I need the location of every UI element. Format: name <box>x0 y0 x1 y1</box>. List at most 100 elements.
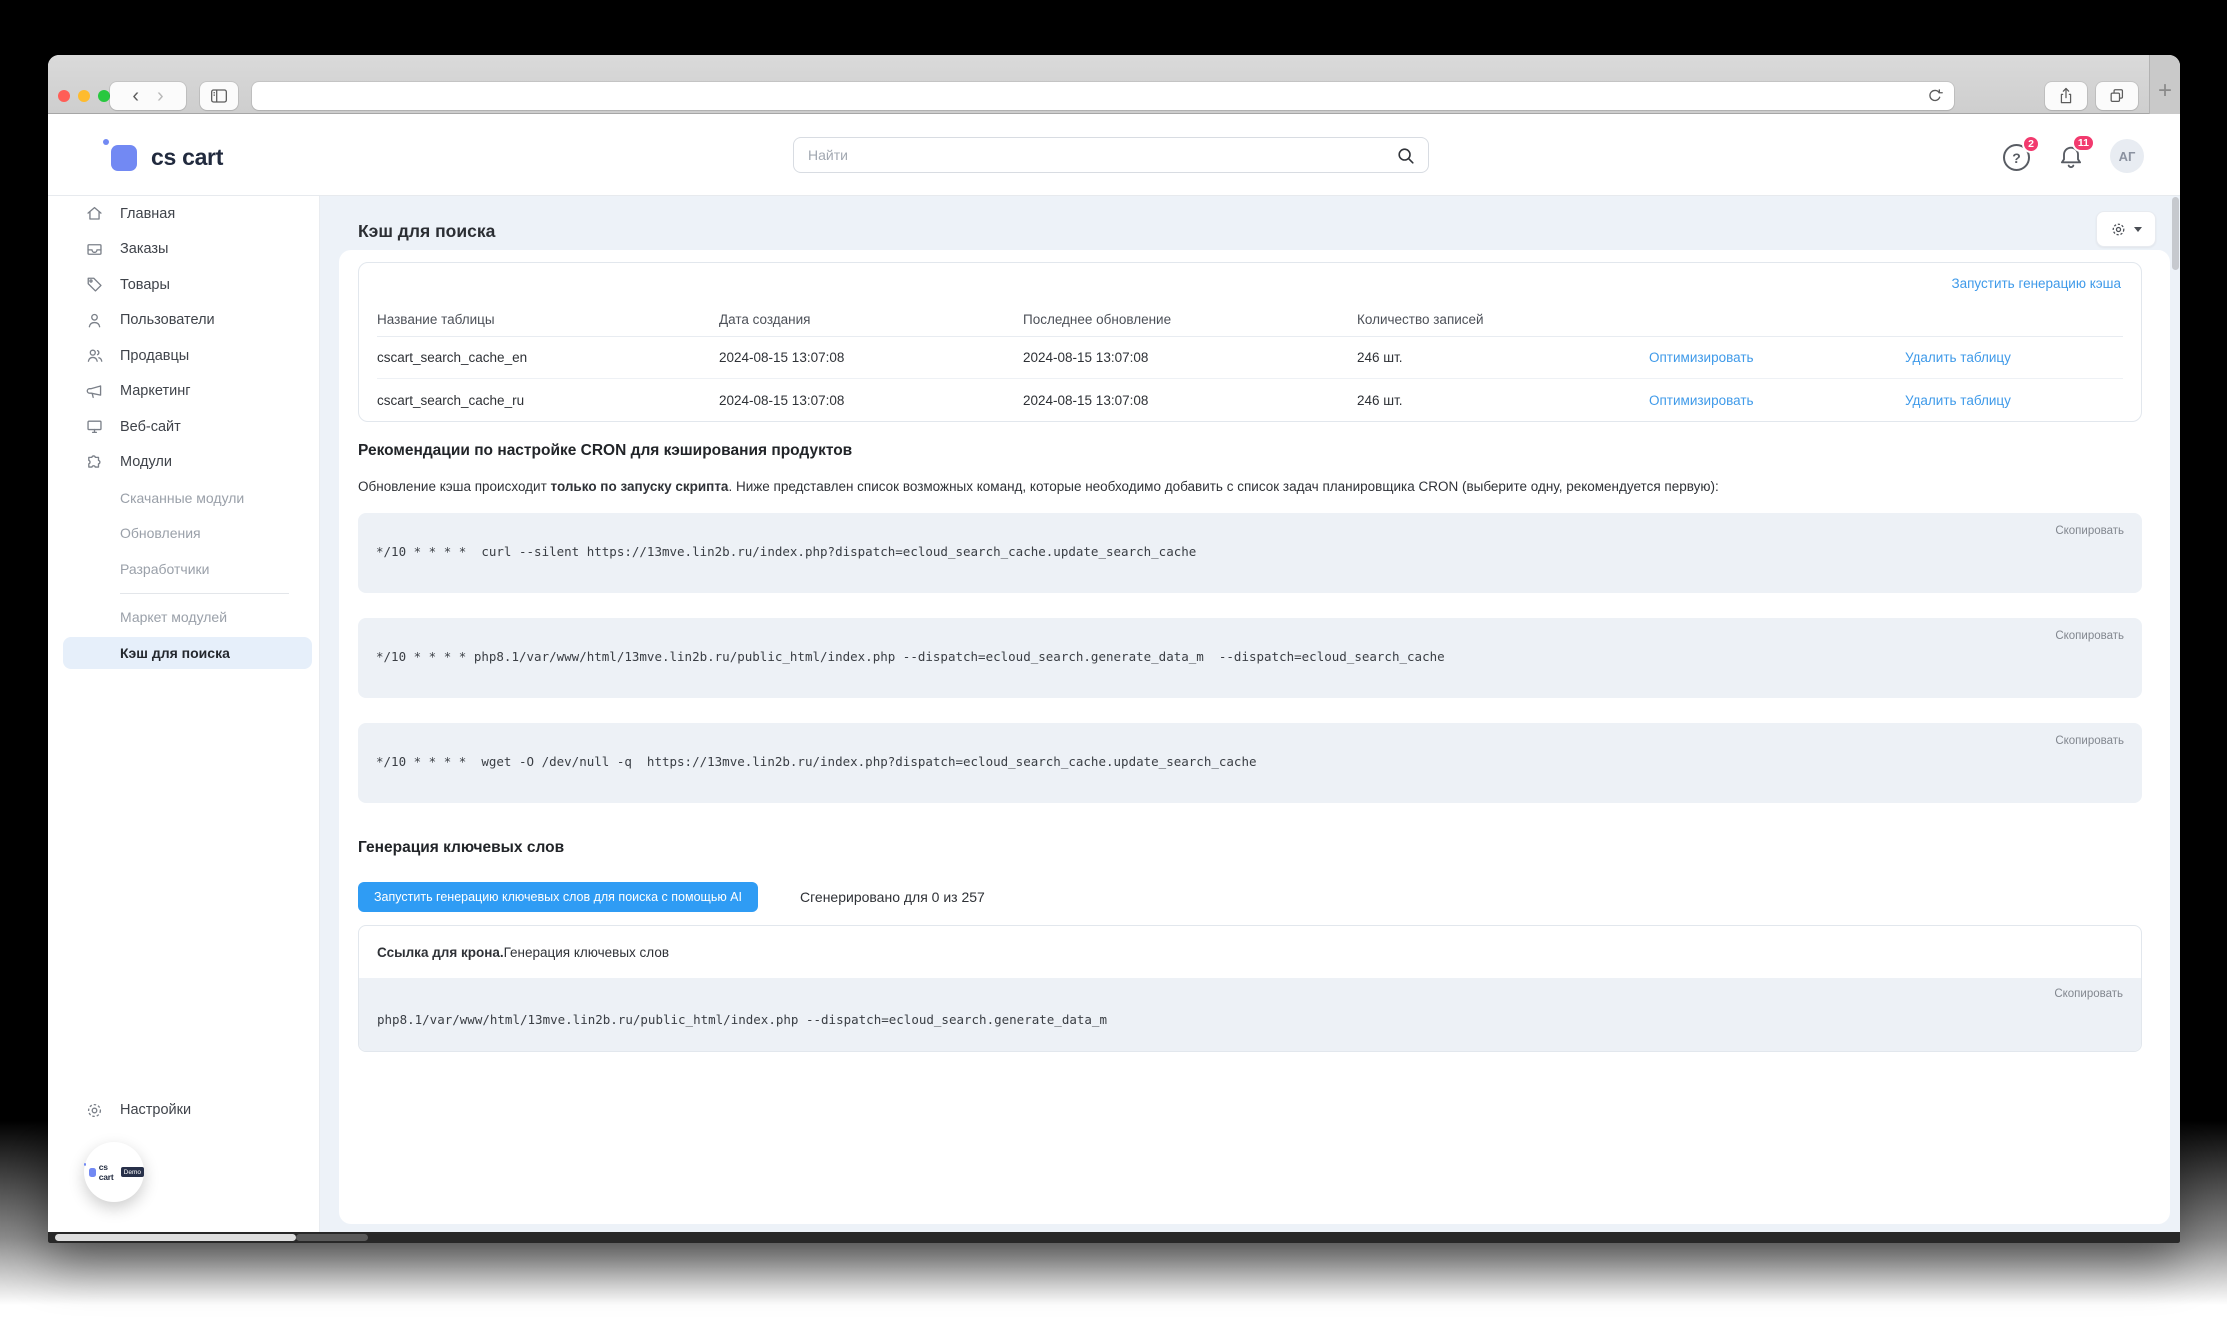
user-icon <box>85 311 104 330</box>
table-name-cell: cscart_search_cache_en <box>377 350 719 365</box>
sidebar-item-label: Товары <box>120 277 170 293</box>
sidebar-item-modules-market[interactable]: Маркет модулей <box>48 600 319 636</box>
keywords-section-heading: Генерация ключевых слов <box>358 839 564 857</box>
sidebar-item-label: Веб-сайт <box>120 419 181 435</box>
sidebar-item-updates[interactable]: Обновления <box>48 516 319 552</box>
sidebar-item-settings[interactable]: Настройки <box>48 1096 319 1124</box>
keywords-cron-label-bold: Ссылка для крона. <box>377 945 504 960</box>
avatar[interactable]: АГ <box>2110 139 2144 173</box>
notifications-badge: 11 <box>2072 134 2095 152</box>
tab-overview-button[interactable] <box>2096 82 2138 110</box>
reload-icon[interactable] <box>1926 87 1944 105</box>
sidebar-toggle-button[interactable] <box>200 82 238 110</box>
table-updated-cell: 2024-08-15 13:07:08 <box>1023 350 1357 365</box>
share-button[interactable] <box>2045 82 2087 110</box>
help-button[interactable]: ? 2 <box>2003 144 2030 171</box>
window-bottom-bar <box>48 1232 2180 1243</box>
close-window-button[interactable] <box>58 90 70 102</box>
run-cache-generation-link[interactable]: Запустить генерацию кэша <box>1951 276 2121 291</box>
cron-intro-text: Обновление кэша происходит только по зап… <box>358 479 1719 494</box>
run-keywords-generation-button[interactable]: Запустить генерацию ключевых слов для по… <box>358 882 758 912</box>
cron-command-text: */10 * * * * php8.1/var/www/html/13mve.l… <box>376 649 1445 664</box>
table-created-cell: 2024-08-15 13:07:08 <box>719 350 1023 365</box>
sidebar-item-modules[interactable]: Модули <box>48 445 319 481</box>
sidebar-item-marketing[interactable]: Маркетинг <box>48 374 319 410</box>
gear-icon <box>2110 221 2127 238</box>
page-body: Главная Заказы Товары <box>48 196 2180 1232</box>
copy-button[interactable]: Скопировать <box>2054 988 2123 1000</box>
cron-command-block: Скопировать */10 * * * * wget -O /dev/nu… <box>358 723 2142 803</box>
back-icon[interactable]: ‹ <box>132 86 139 106</box>
cache-tables-card: Запустить генерацию кэша Название таблиц… <box>358 262 2142 422</box>
cron-command-text: */10 * * * * wget -O /dev/null -q https:… <box>376 754 1257 769</box>
browser-nav-buttons: ‹ › <box>110 82 186 110</box>
help-badge: 2 <box>2022 135 2040 153</box>
help-glyph: ? <box>2012 150 2021 166</box>
sidebar-item-search-cache[interactable]: Кэш для поиска <box>48 635 319 671</box>
scrollbar-thumb[interactable] <box>2172 197 2179 270</box>
optimize-link[interactable]: Оптимизировать <box>1649 393 1905 408</box>
address-bar[interactable] <box>252 82 1954 110</box>
sidebar-item-label: Пользователи <box>120 312 215 328</box>
sidebar-item-home[interactable]: Главная <box>48 196 319 232</box>
sidebar-active-pill: Кэш для поиска <box>63 637 312 669</box>
delete-table-link[interactable]: Удалить таблицу <box>1905 350 2123 365</box>
sidebar-subitem-label: Разработчики <box>120 561 209 577</box>
keywords-command-block: Скопировать php8.1/var/www/html/13mve.li… <box>359 978 2141 1052</box>
notifications-button[interactable]: 11 <box>2057 143 2085 171</box>
sidebar-item-label: Настройки <box>120 1102 191 1118</box>
horizontal-scrollbar-thumb[interactable] <box>55 1234 296 1241</box>
keywords-cron-label-rest: Генерация ключевых слов <box>504 945 669 960</box>
keywords-cron-label: Ссылка для крона. Генерация ключевых сло… <box>359 926 2141 978</box>
tag-icon <box>85 275 104 294</box>
new-tab-icon[interactable]: + <box>2158 77 2172 105</box>
tabs-icon <box>2107 86 2127 106</box>
cscart-logo-icon <box>111 145 137 171</box>
zoom-window-button[interactable] <box>98 90 110 102</box>
optimize-link[interactable]: Оптимизировать <box>1649 350 1905 365</box>
cron-intro-pre: Обновление кэша происходит <box>358 479 551 494</box>
cron-command-block: Скопировать */10 * * * * php8.1/var/www/… <box>358 618 2142 698</box>
column-header: Дата создания <box>719 312 1023 327</box>
column-header: Название таблицы <box>377 312 719 327</box>
sidebar-item-downloaded-modules[interactable]: Скачанные модули <box>48 480 319 516</box>
search-input[interactable] <box>794 138 1428 172</box>
sidebar-item-label: Главная <box>120 206 175 222</box>
sidebar-item-label: Модули <box>120 454 172 470</box>
table-updated-cell: 2024-08-15 13:07:08 <box>1023 393 1357 408</box>
column-header: Количество записей <box>1357 312 1649 327</box>
search-icon <box>1396 146 1416 166</box>
forward-icon[interactable]: › <box>157 86 164 106</box>
table-header-row: Название таблицы Дата создания Последнее… <box>377 303 2123 337</box>
cscart-logo-text[interactable]: cs cart <box>151 144 223 171</box>
cscart-mini-logo-icon <box>89 1168 96 1177</box>
copy-button[interactable]: Скопировать <box>2055 630 2124 642</box>
sidebar-item-vendors[interactable]: Продавцы <box>48 338 319 374</box>
sidebar-item-developers[interactable]: Разработчики <box>48 551 319 587</box>
cscart-mini-logo-dot <box>84 1163 86 1166</box>
home-icon <box>85 204 104 223</box>
sidebar-item-website[interactable]: Веб-сайт <box>48 409 319 445</box>
sidebar-item-users[interactable]: Пользователи <box>48 303 319 339</box>
avatar-initials: АГ <box>2119 149 2136 164</box>
main-content: Кэш для поиска Запустить генерацию кэша <box>320 196 2180 1232</box>
horizontal-scrollbar-segment <box>296 1234 368 1241</box>
cscart-demo-badge[interactable]: cs cart Demo <box>84 1142 144 1202</box>
chevron-down-icon <box>2134 227 2142 232</box>
cscart-mini-logo-text: cs cart <box>99 1162 118 1182</box>
sidebar-subitem-label: Маркет модулей <box>120 609 227 625</box>
delete-table-link[interactable]: Удалить таблицу <box>1905 393 2123 408</box>
cron-section-heading: Рекомендации по настройке CRON для кэшир… <box>358 442 852 460</box>
browser-titlebar: ‹ › <box>48 55 2180 114</box>
sidebar-subitem-label: Кэш для поиска <box>120 645 230 661</box>
page-settings-button[interactable] <box>2096 211 2156 247</box>
sidebar-item-orders[interactable]: Заказы <box>48 232 319 268</box>
cron-command-block: Скопировать */10 * * * * curl --silent h… <box>358 513 2142 593</box>
copy-button[interactable]: Скопировать <box>2055 735 2124 747</box>
sidebar-item-products[interactable]: Товары <box>48 267 319 303</box>
copy-button[interactable]: Скопировать <box>2055 525 2124 537</box>
puzzle-icon <box>85 453 104 472</box>
browser-window: ‹ › <box>48 55 2180 1243</box>
column-header: Последнее обновление <box>1023 312 1357 327</box>
minimize-window-button[interactable] <box>78 90 90 102</box>
